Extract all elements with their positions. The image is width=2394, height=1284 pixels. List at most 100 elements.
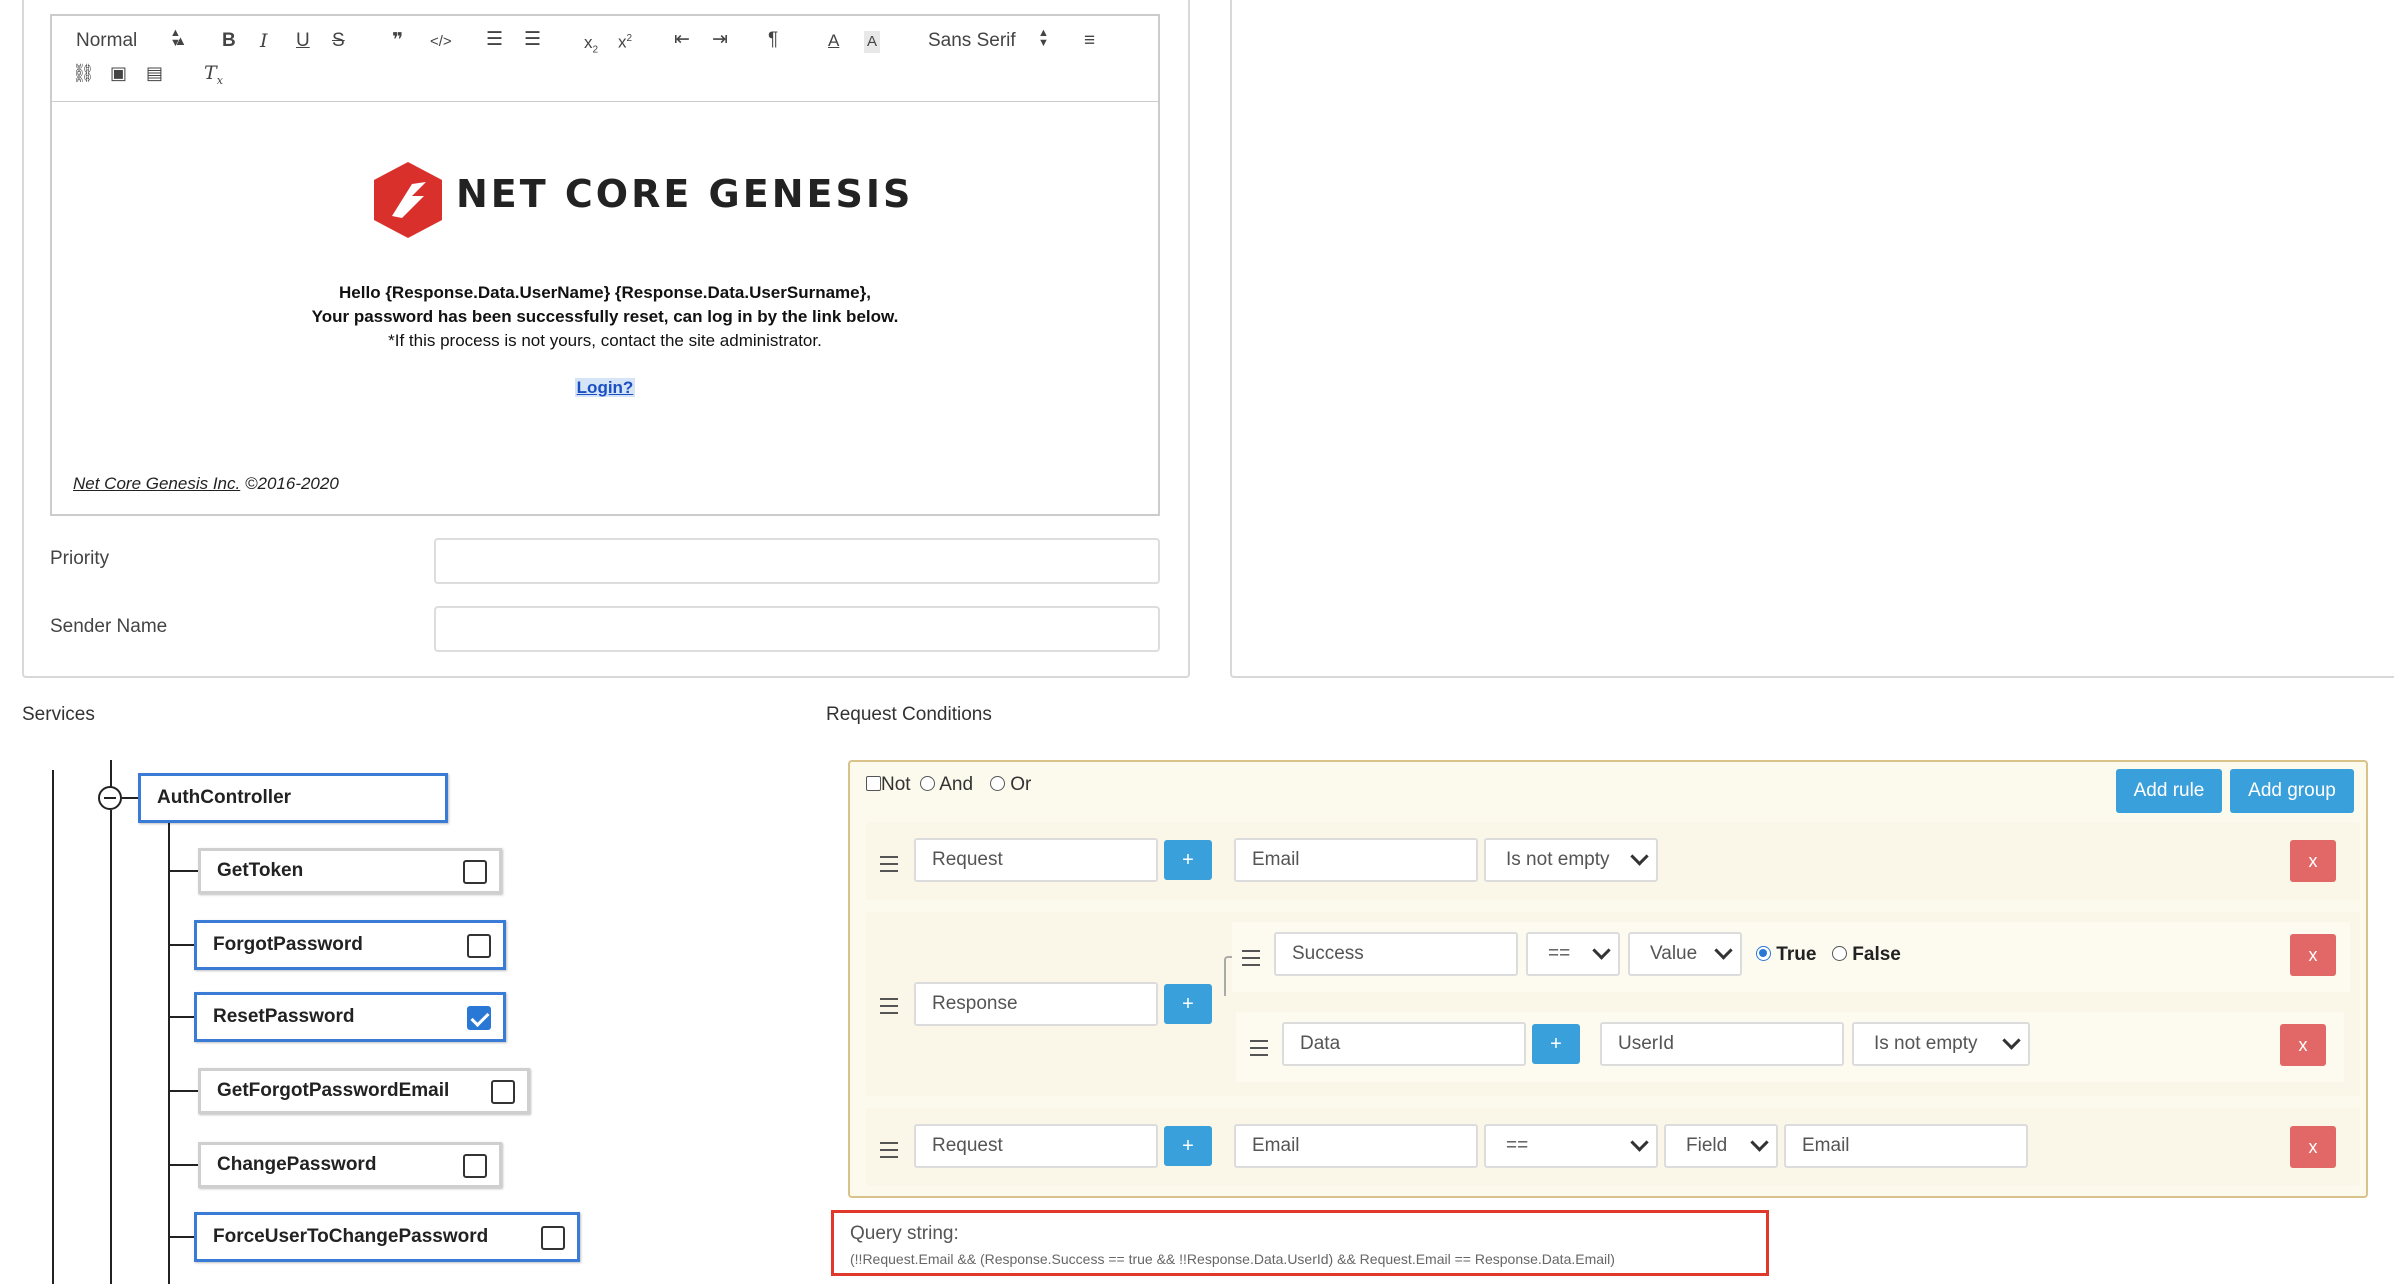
remove-rule-button[interactable]: x (2290, 840, 2336, 882)
true-option[interactable]: True (1756, 944, 1816, 966)
tree-node-getforgotpasswordemail[interactable]: GetForgotPasswordEmail (198, 1068, 530, 1114)
background-color-icon[interactable]: A (864, 31, 881, 53)
operator-select[interactable]: Is not empty (1484, 838, 1658, 882)
strike-icon[interactable]: S (332, 30, 345, 52)
true-radio[interactable] (1756, 946, 1771, 961)
tree-node-gettoken[interactable]: GetToken (198, 848, 502, 894)
tree-line (168, 944, 194, 946)
drag-handle-icon[interactable] (880, 998, 898, 1019)
query-string-box: Query string: (!!Request.Email && (Respo… (831, 1210, 1769, 1276)
preview-card (1230, 0, 2394, 678)
chevron-down-icon (1630, 1133, 1649, 1152)
rule-field[interactable]: Email (1234, 838, 1478, 882)
rule-field[interactable]: Success (1274, 932, 1518, 976)
tree-node-resetpassword[interactable]: ResetPassword (194, 992, 506, 1042)
add-rule-button[interactable]: Add rule (2116, 769, 2222, 813)
drag-handle-icon[interactable] (880, 856, 898, 877)
logo-text: NET CORE GENESIS (456, 172, 914, 216)
service-checkbox[interactable] (491, 1080, 515, 1104)
chevron-down-icon (2002, 1031, 2021, 1050)
tree-node-forgotpassword[interactable]: ForgotPassword (194, 920, 506, 970)
align-icon[interactable]: ≡ (1084, 30, 1095, 52)
service-checkbox[interactable] (541, 1226, 565, 1250)
tree-node-authcontroller[interactable]: AuthController (138, 773, 448, 823)
false-option[interactable]: False (1832, 944, 1901, 966)
tree-line (168, 1164, 198, 1166)
rtl-icon[interactable]: ¶ (768, 29, 778, 51)
or-radio[interactable] (990, 776, 1005, 791)
not-checkbox[interactable] (866, 776, 881, 791)
add-nested-button[interactable]: + (1164, 1126, 1212, 1166)
remove-rule-button[interactable]: x (2290, 1126, 2336, 1168)
link-icon[interactable]: ⛓ (72, 62, 95, 84)
tree-line (168, 1016, 194, 1018)
video-icon[interactable]: ▤ (146, 62, 163, 84)
rule-value-field[interactable]: Email (1784, 1124, 2028, 1168)
operator-value: Is not empty (1874, 1033, 1978, 1054)
chevron-down-icon (1750, 1133, 1769, 1152)
operator-value: == (1548, 943, 1571, 964)
value-type-select[interactable]: Field (1664, 1124, 1778, 1168)
image-icon[interactable]: ▣ (110, 62, 127, 84)
service-checkbox[interactable] (463, 1154, 487, 1178)
drag-handle-icon[interactable] (880, 1142, 898, 1163)
select-arrows-icon: ▲ ▼ (170, 27, 181, 49)
sender-name-input[interactable] (434, 606, 1160, 652)
indent-icon[interactable]: ⇥ (712, 29, 728, 51)
rule-entity-field[interactable]: Data (1282, 1022, 1526, 1066)
or-label: Or (1010, 774, 1032, 795)
bold-icon[interactable]: B (222, 30, 236, 52)
not-label: Not (881, 774, 911, 795)
superscript-icon[interactable]: x2 (618, 28, 632, 54)
operator-select[interactable]: Is not empty (1852, 1022, 2030, 1066)
drag-handle-icon[interactable] (1250, 1040, 1268, 1061)
bullet-list-icon[interactable]: ☰ (524, 29, 541, 51)
tree-node-forceusertochangepassword[interactable]: ForceUserToChangePassword (194, 1212, 580, 1262)
value-type-select[interactable]: Value (1628, 932, 1742, 976)
company-logo: NET CORE GENESIS (372, 160, 910, 240)
font-select[interactable]: Sans Serif (928, 30, 1038, 52)
outdent-icon[interactable]: ⇤ (674, 29, 690, 51)
rule-entity-field[interactable]: Request (914, 838, 1158, 882)
font-color-icon[interactable]: A (828, 30, 839, 52)
collapse-icon[interactable] (98, 786, 122, 810)
and-radio[interactable] (920, 776, 935, 791)
operator-select[interactable]: == (1484, 1124, 1658, 1168)
drag-handle-icon[interactable] (1242, 950, 1260, 971)
and-option[interactable]: And (920, 774, 973, 796)
remove-rule-button[interactable]: x (2280, 1024, 2326, 1066)
add-nested-button[interactable]: + (1164, 984, 1212, 1024)
operator-select[interactable]: == (1526, 932, 1620, 976)
blockquote-icon[interactable]: ❞ (392, 30, 403, 52)
rule-entity-field[interactable]: Request (914, 1124, 1158, 1168)
services-title: Services (22, 704, 95, 725)
underline-icon[interactable]: U (296, 30, 310, 52)
italic-icon[interactable]: I (260, 30, 268, 52)
rule-field[interactable]: Email (1234, 1124, 1478, 1168)
login-link-text[interactable]: Login? (574, 378, 636, 397)
clear-format-icon[interactable]: Tx (204, 62, 223, 92)
rule-field[interactable]: UserId (1600, 1022, 1844, 1066)
service-checkbox[interactable] (467, 934, 491, 958)
code-icon[interactable]: </> (430, 31, 452, 53)
ordered-list-icon[interactable]: ☰ (486, 29, 503, 51)
remove-rule-button[interactable]: x (2290, 934, 2336, 976)
request-conditions-title: Request Conditions (826, 704, 992, 725)
service-checkbox[interactable] (463, 860, 487, 884)
tree-node-changepassword[interactable]: ChangePassword (198, 1142, 502, 1188)
mail-footer: Net Core Genesis Inc. ©2016-2020 (73, 474, 339, 494)
or-option[interactable]: Or (990, 774, 1031, 796)
false-radio[interactable] (1832, 946, 1847, 961)
rule-entity-field[interactable]: Response (914, 982, 1158, 1026)
footer-years: ©2016-2020 (240, 474, 339, 493)
login-link[interactable]: Login? (50, 378, 1160, 398)
service-checkbox-checked[interactable] (467, 1006, 491, 1030)
false-label: False (1852, 944, 1901, 965)
subscript-icon[interactable]: x2 (584, 32, 598, 61)
chevron-down-icon (1714, 941, 1733, 960)
add-nested-button[interactable]: + (1532, 1024, 1580, 1064)
priority-input[interactable] (434, 538, 1160, 584)
add-nested-button[interactable]: + (1164, 840, 1212, 880)
not-toggle[interactable]: Not (866, 774, 911, 796)
add-group-button[interactable]: Add group (2230, 769, 2354, 813)
